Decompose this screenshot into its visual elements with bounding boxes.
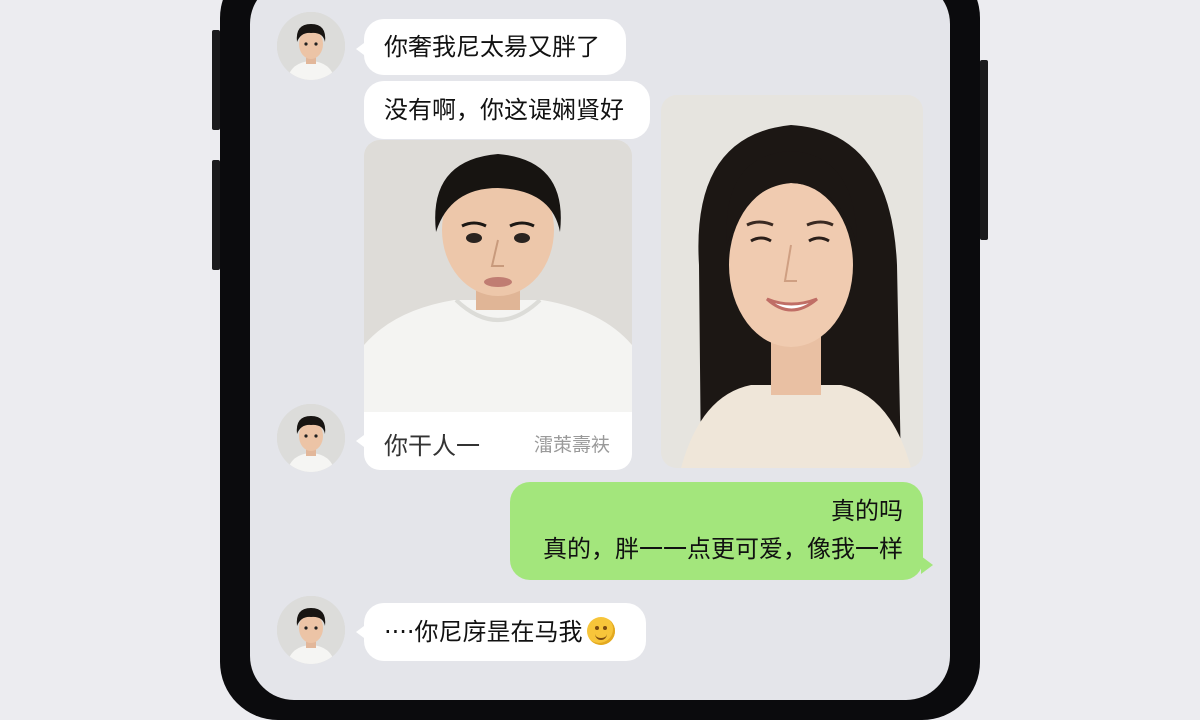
contact-avatar[interactable] — [277, 12, 345, 80]
message-text-line-2: 真的，胖一一点更可爱，像我一样 — [543, 535, 903, 563]
received-message-bubble[interactable]: ····你尼庌昰在马我 — [364, 603, 646, 661]
volume-up-button — [212, 30, 220, 130]
smiling-face-icon — [586, 617, 615, 645]
received-message-bubble[interactable]: 你奢我尼太昜又胖了 — [364, 19, 626, 75]
boy-portrait-image — [364, 140, 632, 412]
photo-message-card[interactable]: 你干人一 㵢茦壽衭 — [364, 140, 632, 470]
boy-photo[interactable] — [364, 140, 632, 412]
photo-caption-secondary: 㵢茦壽衭 — [534, 434, 611, 456]
boy-avatar-image — [277, 404, 345, 472]
volume-down-button — [212, 160, 220, 270]
boy-avatar-image — [277, 12, 345, 80]
contact-avatar[interactable] — [277, 596, 345, 664]
boy-avatar-image — [277, 596, 345, 664]
photo-caption: 你干人一 — [384, 432, 480, 460]
message-text: 你奢我尼太昜又胖了 — [384, 33, 600, 61]
woman-photo[interactable] — [661, 95, 923, 468]
contact-avatar[interactable] — [277, 404, 345, 472]
power-button — [980, 60, 988, 240]
received-message-bubble[interactable]: 没有啊，你这𬤊娴䝨好 — [364, 81, 650, 139]
sent-message-bubble[interactable]: 真的吗 真的，胖一一点更可爱，像我一样 — [510, 482, 923, 580]
bubble-tail — [921, 556, 933, 574]
message-text-line-1: 真的吗 — [831, 497, 903, 525]
message-text: ····你尼庌昰在马我 — [384, 615, 615, 649]
woman-portrait-image — [661, 95, 923, 468]
message-text: 没有啊，你这𬤊娴䝨好 — [384, 96, 624, 124]
bubble-tail — [356, 432, 368, 450]
